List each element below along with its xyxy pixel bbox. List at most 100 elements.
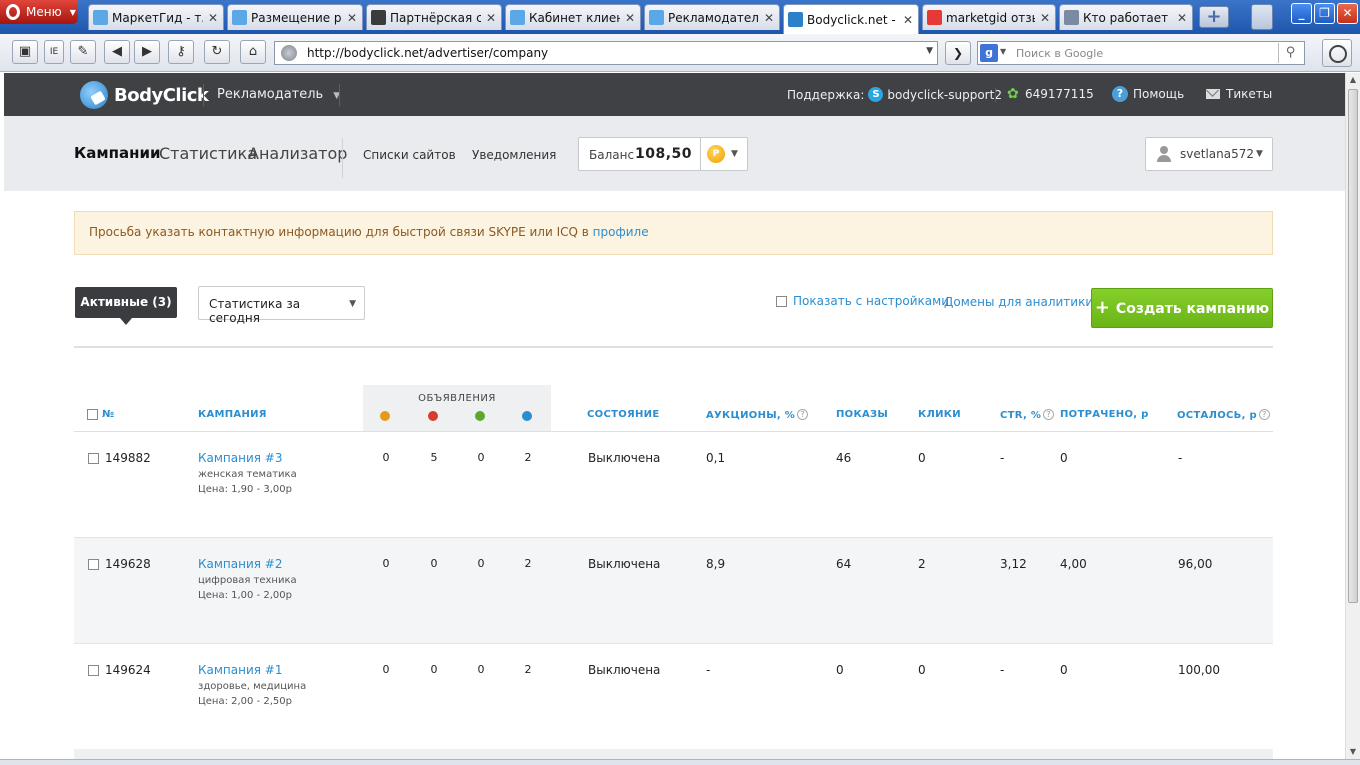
ads-count-green[interactable]: 0 (471, 451, 491, 464)
balance-widget[interactable]: Баланс 108,50 Р ▼ (578, 137, 748, 171)
key-icon[interactable]: ⚷ (168, 40, 194, 64)
tab-title: marketgid отзы... (946, 10, 1035, 25)
browser-tab[interactable]: МаркетГид - т... ✕ (88, 4, 224, 30)
save-icon[interactable]: ▣ (12, 40, 38, 64)
campaign-header[interactable]: КАМПАНИЯ (198, 409, 267, 420)
ads-count-blue[interactable]: 2 (518, 557, 538, 570)
ads-count-orange[interactable]: 0 (376, 557, 396, 570)
tickets-link[interactable]: Тикеты (1206, 87, 1272, 101)
ads-count-green[interactable]: 0 (471, 663, 491, 676)
close-tab-icon[interactable]: ✕ (624, 11, 636, 25)
google-icon[interactable]: g (980, 44, 998, 62)
clicks-header[interactable]: КЛИКИ (918, 409, 961, 420)
nav-statistics[interactable]: Статистика (159, 144, 257, 163)
row-checkbox[interactable] (88, 558, 99, 570)
close-tab-icon[interactable]: ✕ (485, 11, 497, 25)
scroll-down-icon[interactable]: ▼ (1348, 747, 1358, 757)
chevron-down-icon[interactable]: ▼ (926, 46, 933, 56)
campaign-name-link[interactable]: Кампания #2 (198, 557, 297, 571)
show-settings-toggle[interactable]: Показать с настройками (776, 294, 949, 308)
show-settings-checkbox[interactable] (776, 295, 787, 307)
ads-count-blue[interactable]: 2 (518, 451, 538, 464)
bodyclick-logo[interactable]: BodyClick (80, 81, 209, 109)
browser-tab[interactable]: Партнёрская с... ✕ (366, 4, 502, 30)
campaign-name-link[interactable]: Кампания #1 (198, 663, 306, 677)
close-tab-icon[interactable]: ✕ (1039, 11, 1051, 25)
question-icon[interactable]: ? (797, 409, 809, 420)
chevron-down-icon[interactable]: ▼ (731, 149, 738, 159)
restore-button[interactable]: ❐ (1314, 3, 1335, 24)
minimize-button[interactable]: _ (1291, 3, 1312, 24)
vertical-scrollbar[interactable]: ▲ ▼ (1345, 73, 1360, 759)
profile-link[interactable]: профиле (593, 225, 649, 239)
status-header[interactable]: СОСТОЯНИЕ (587, 409, 659, 420)
opera-menu-button[interactable]: Меню ▼ (0, 0, 78, 24)
auctions-header[interactable]: АУКЦИОНЫ, %? (706, 409, 809, 421)
scroll-up-icon[interactable]: ▲ (1348, 75, 1358, 85)
close-tab-icon[interactable]: ✕ (1176, 11, 1188, 25)
forward-icon[interactable]: ▶ (134, 40, 160, 64)
campaign-status[interactable]: Выключена (588, 557, 660, 571)
question-icon[interactable]: ? (1043, 409, 1055, 420)
close-tab-icon[interactable]: ✕ (346, 11, 358, 25)
browser-tab[interactable]: Размещение ре... ✕ (227, 4, 363, 30)
ads-count-orange[interactable]: 0 (376, 663, 396, 676)
nav-campaigns[interactable]: Кампании (74, 144, 161, 162)
search-icon[interactable]: ⚲ (1278, 43, 1302, 63)
ads-count-blue[interactable]: 2 (518, 663, 538, 676)
analytics-domains-link[interactable]: Домены для аналитики (944, 295, 1093, 309)
new-tab-button[interactable]: + (1199, 6, 1229, 28)
close-tab-icon[interactable]: ✕ (902, 13, 914, 27)
question-icon[interactable]: ? (1258, 409, 1270, 420)
support-icq[interactable]: ✿ 649177115 (1007, 87, 1094, 101)
scrollbar-thumb[interactable] (1348, 89, 1358, 603)
create-campaign-button[interactable]: + Создать кампанию (1091, 288, 1273, 328)
num-header[interactable]: № (102, 409, 114, 420)
trash-icon[interactable] (1251, 4, 1273, 30)
browser-tab-active[interactable]: Bodyclick.net - ... ✕ (783, 4, 919, 34)
support-skype[interactable]: Поддержка: S bodyclick-support2 (787, 87, 1002, 102)
user-menu[interactable]: svetlana572 ▼ (1145, 137, 1273, 171)
shows-header[interactable]: ПОКАЗЫ (836, 409, 888, 420)
active-campaigns-tab[interactable]: Активные (3) (75, 287, 177, 325)
row-checkbox[interactable] (88, 664, 99, 676)
period-select[interactable]: Статистика за сегодня ▼ (198, 286, 365, 325)
ads-count-orange[interactable]: 0 (376, 451, 396, 464)
search-field[interactable]: g ▼ Поиск в Google ⚲ (977, 41, 1305, 65)
reload-icon[interactable]: ↻ (204, 40, 230, 64)
clock-icon[interactable] (1322, 39, 1352, 67)
ads-count-green[interactable]: 0 (471, 557, 491, 570)
browser-tab[interactable]: Кто работает ... ✕ (1059, 4, 1193, 30)
ctr-header[interactable]: CTR, %? (1000, 409, 1055, 421)
close-tab-icon[interactable]: ✕ (763, 11, 775, 25)
close-tab-icon[interactable]: ✕ (207, 11, 219, 25)
browser-tab[interactable]: marketgid отзы... ✕ (922, 4, 1056, 30)
left-value: 96,00 (1178, 557, 1213, 571)
browser-tab[interactable]: Кабинет клиента ✕ (505, 4, 641, 30)
pencil-icon[interactable]: ✎ (70, 40, 96, 64)
browser-tab[interactable]: Рекламодател... ✕ (644, 4, 780, 30)
ads-count-red[interactable]: 5 (424, 451, 444, 464)
ads-count-red[interactable]: 0 (424, 663, 444, 676)
help-link[interactable]: ? Помощь (1112, 86, 1184, 102)
role-switcher[interactable]: Рекламодатель ▼ (217, 87, 340, 102)
left-header[interactable]: ОСТАЛОСЬ, р? (1177, 409, 1270, 421)
home-icon[interactable]: ⌂ (240, 40, 266, 64)
nav-analyzer[interactable]: Анализатор (248, 144, 347, 163)
select-all-checkbox[interactable] (87, 409, 98, 420)
row-checkbox[interactable] (88, 452, 99, 464)
nav-site-lists[interactable]: Списки сайтов (363, 148, 456, 162)
address-bar[interactable]: http://bodyclick.net/advertiser/company … (274, 41, 938, 65)
go-button[interactable]: ❯ (945, 41, 971, 65)
spent-header[interactable]: ПОТРАЧЕНО, р (1060, 409, 1149, 420)
campaign-status[interactable]: Выключена (588, 663, 660, 677)
close-window-button[interactable]: ✕ (1337, 3, 1358, 24)
ads-count-red[interactable]: 0 (424, 557, 444, 570)
chevron-down-icon[interactable]: ▼ (1000, 47, 1006, 56)
ie-mode-icon[interactable]: IE (44, 40, 64, 64)
nav-notifications[interactable]: Уведомления (472, 148, 556, 162)
back-icon[interactable]: ◀ (104, 40, 130, 64)
show-settings-label[interactable]: Показать с настройками (793, 294, 949, 308)
campaign-status[interactable]: Выключена (588, 451, 660, 465)
campaign-name-link[interactable]: Кампания #3 (198, 451, 297, 465)
